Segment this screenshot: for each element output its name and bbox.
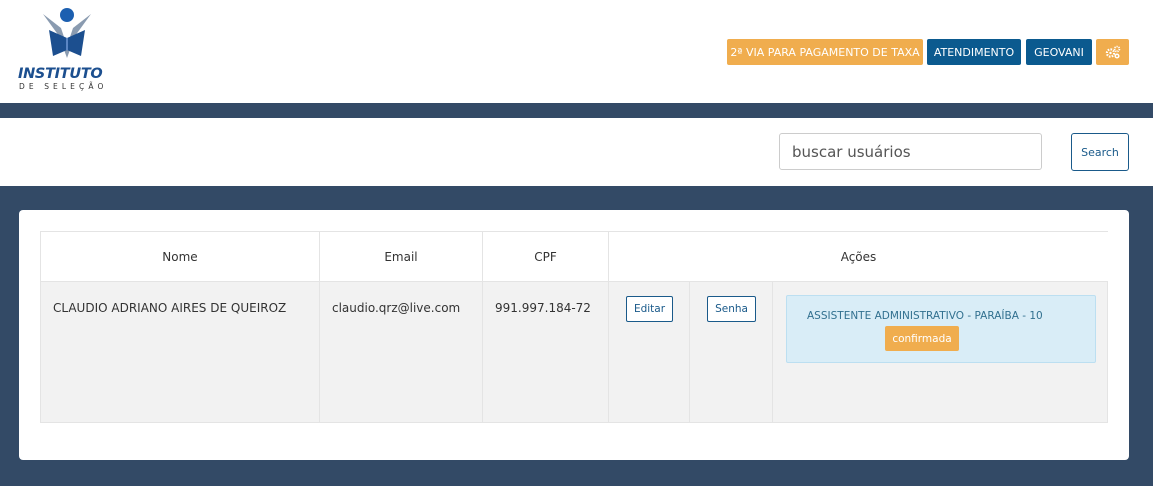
cell-senha: Senha (690, 282, 773, 422)
header: INSTITUTO DE SELEÇÃO 2ª VIA PARA PAGAMEN… (0, 0, 1153, 103)
cell-editar: Editar (609, 282, 690, 422)
header-divider (0, 103, 1153, 118)
cell-email: claudio.qrz@live.com (320, 282, 483, 422)
column-header-cpf: CPF (483, 232, 609, 282)
users-table: Nome Email CPF Ações CLAUDIO ADRIANO AIR… (40, 231, 1108, 423)
gears-icon (1105, 45, 1120, 59)
column-header-acoes: Ações (609, 232, 1108, 282)
cell-cpf: 991.997.184-72 (483, 282, 609, 422)
search-input[interactable] (779, 133, 1042, 170)
user-menu-button[interactable]: GEOVANI (1026, 39, 1092, 65)
atendimento-button[interactable]: ATENDIMENTO (927, 39, 1021, 65)
column-header-nome: Nome (41, 232, 320, 282)
password-button[interactable]: Senha (707, 296, 756, 322)
logo[interactable]: INSTITUTO DE SELEÇÃO (17, 8, 127, 94)
registration-text: ASSISTENTE ADMINISTRATIVO - PARAÍBA - 10 (807, 310, 1043, 322)
logo-title: INSTITUTO (18, 66, 103, 82)
search-button[interactable]: Search (1071, 133, 1129, 171)
segunda-via-taxa-button[interactable]: 2ª VIA PARA PAGAMENTO DE TAXA (727, 39, 923, 65)
search-bar: Search (0, 118, 1153, 186)
logo-emblem-icon (43, 8, 91, 58)
edit-button[interactable]: Editar (626, 296, 673, 322)
table-row: CLAUDIO ADRIANO AIRES DE QUEIROZ claudio… (41, 282, 1107, 422)
status-badge: confirmada (885, 326, 959, 351)
column-header-email: Email (320, 232, 483, 282)
settings-button[interactable] (1096, 39, 1129, 65)
cell-nome: CLAUDIO ADRIANO AIRES DE QUEIROZ (41, 282, 320, 422)
logo-subtitle: DE SELEÇÃO (19, 82, 108, 91)
registration-alert: ASSISTENTE ADMINISTRATIVO - PARAÍBA - 10… (786, 295, 1096, 363)
